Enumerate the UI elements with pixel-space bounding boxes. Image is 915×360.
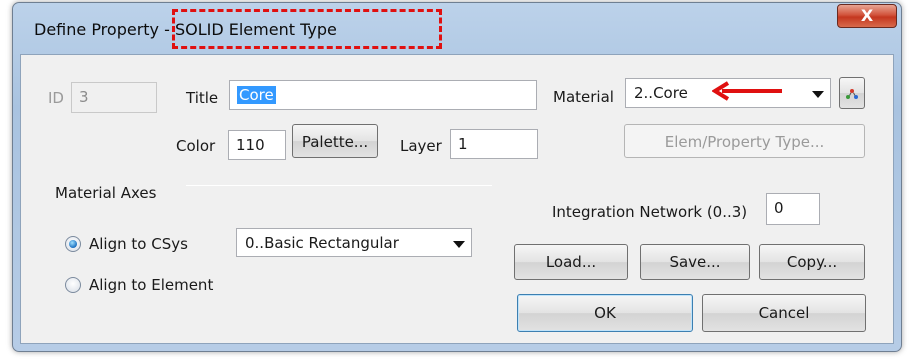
material-axes-label: Material Axes (55, 184, 157, 202)
close-button[interactable]: X (837, 4, 897, 28)
annotation-arrow-icon (712, 81, 782, 101)
align-csys-label[interactable]: Align to CSys (89, 233, 188, 255)
align-element-label[interactable]: Align to Element (89, 274, 213, 296)
load-button[interactable]: Load... (514, 244, 628, 280)
palette-button[interactable]: Palette... (292, 124, 378, 158)
layer-label: Layer (400, 137, 442, 155)
layer-input[interactable]: 1 (450, 129, 538, 159)
material-picker-icon (846, 89, 858, 99)
ok-button[interactable]: OK (517, 294, 693, 332)
csys-dropdown[interactable]: 0..Basic Rectangular (236, 228, 472, 257)
close-icon: X (860, 6, 874, 25)
title-label: Title (186, 89, 219, 107)
copy-button[interactable]: Copy... (759, 244, 865, 280)
material-picker-button[interactable] (839, 77, 865, 109)
annotation-dashed-box (172, 9, 442, 49)
material-label: Material (553, 88, 614, 106)
align-csys-radio[interactable] (65, 236, 81, 252)
title-value: Core (237, 86, 276, 104)
elem-property-type-button[interactable]: Elem/Property Type... (624, 124, 865, 158)
title-input[interactable]: Core (229, 80, 537, 110)
csys-value: 0..Basic Rectangular (245, 234, 399, 252)
integration-network-input[interactable]: 0 (766, 193, 820, 225)
cancel-button[interactable]: Cancel (702, 294, 866, 332)
align-element-radio[interactable] (65, 277, 81, 293)
chevron-down-icon (812, 91, 824, 98)
color-input[interactable]: 110 (228, 130, 286, 160)
material-value: 2..Core (634, 84, 688, 102)
id-label: ID (48, 89, 64, 107)
radio-selected-dot (69, 240, 77, 248)
integration-network-label: Integration Network (0..3) (552, 203, 748, 221)
save-button[interactable]: Save... (640, 244, 750, 280)
divider (186, 185, 492, 186)
id-field: 3 (71, 82, 157, 113)
color-label: Color (176, 137, 216, 155)
chevron-down-icon (453, 241, 465, 248)
